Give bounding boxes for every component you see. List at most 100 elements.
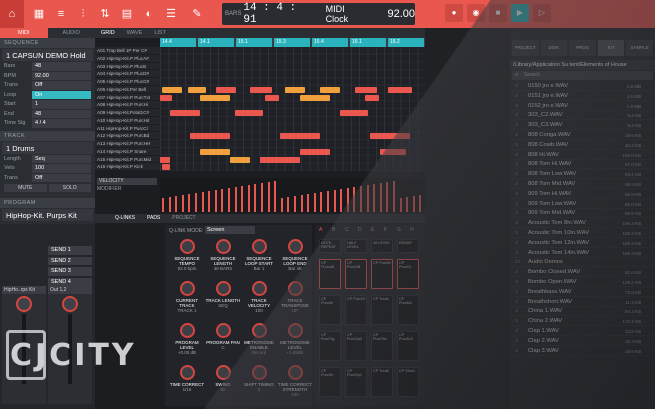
velocity-bar[interactable] [261, 183, 263, 212]
velocity-bar[interactable] [313, 193, 316, 212]
pad-row-name[interactable]: A05 HipHop-Kit.P PlucG# [95, 78, 160, 86]
pad[interactable]: CP PuncM [319, 295, 341, 325]
velocity-bar[interactable] [399, 198, 402, 212]
qlink-knob[interactable]: PROGRAM PAN C [205, 323, 241, 351]
knob-dial[interactable] [287, 365, 303, 380]
qlink-knob[interactable]: METRONOME LEVEL +1.88dB [277, 323, 313, 356]
program-name[interactable]: HipHop-Kit. Purps Kit [2, 209, 93, 221]
tab-qlinks[interactable]: Q-LINKS [95, 214, 141, 223]
pad[interactable]: CP PurcTrg [319, 331, 341, 361]
menu-icon[interactable]: ☰ [164, 7, 178, 21]
qlink-knob[interactable]: TRACK TRANSPOSE UP [277, 281, 313, 314]
file-row[interactable]: ♪ Acoustic Tom 10in.WAV 169.3 KB [510, 229, 655, 238]
file-row[interactable]: ▭ Audio Demos [510, 258, 655, 268]
search-input[interactable]: Search [512, 71, 653, 80]
note-block[interactable] [200, 148, 230, 155]
pad-row-name[interactable]: A14 HipHop-Kit.P Snare [95, 148, 160, 156]
pad[interactable]: CP PurcM1 [397, 295, 419, 325]
stop-button[interactable]: ■ [489, 4, 507, 22]
note-block[interactable] [380, 148, 406, 155]
pad[interactable]: CP PurcDr2 [397, 331, 419, 361]
note-block[interactable] [265, 94, 279, 101]
velocity-bar[interactable] [247, 185, 250, 212]
file-row[interactable]: ♪ 909 Tom Mid.WAV 68.9 KB [510, 209, 655, 219]
velocity-bar[interactable] [175, 196, 178, 212]
note-block[interactable] [280, 133, 320, 140]
file-row[interactable]: ♪ 909 Tom Low.WAV 88.0 KB [510, 200, 655, 209]
pad-row-name[interactable]: A08 HipHop-Kit.P PurcHi [95, 101, 160, 109]
edit-icon[interactable]: ✎ [190, 7, 204, 21]
pad-row-name[interactable]: A04 HipHop-Kit.P PlucD# [95, 70, 160, 78]
param-value[interactable]: Off [32, 81, 91, 90]
pad-bank-b[interactable]: B [332, 227, 335, 233]
velocity-bar[interactable] [274, 181, 277, 212]
qlink-knob[interactable]: TIME CORRECT STRENGTH 100 [277, 365, 313, 398]
velocity-bar[interactable] [320, 192, 323, 212]
velocity-bar[interactable] [241, 186, 244, 212]
play-start-button[interactable]: ▷ [533, 4, 551, 22]
file-row[interactable]: ♪ 808 Conga.WAV 19.6 KB [510, 131, 655, 140]
pad-row-name[interactable]: A16 HipHop-Kit.P Kick [95, 163, 160, 171]
velocity-bar[interactable] [214, 190, 217, 212]
velocity-bar[interactable] [168, 197, 171, 212]
pad[interactable]: CP Tred2 [371, 367, 393, 397]
qlink-knob[interactable]: SEQUENCE LENGTH 48 BARS [205, 239, 241, 272]
browser-tab[interactable]: KIT [597, 40, 625, 56]
track-name[interactable]: 1 Drums [2, 141, 93, 154]
knob-dial[interactable] [287, 281, 303, 296]
browser-tab[interactable]: PROJECT [512, 40, 539, 56]
note-block[interactable] [340, 110, 368, 116]
velocity-bar[interactable] [280, 198, 283, 212]
ruler-mark[interactable]: 14.1 [198, 38, 234, 47]
knob-dial[interactable] [287, 323, 303, 338]
file-row[interactable]: ♪ Breathshort.WAV 11.3 KB [510, 298, 655, 307]
tab-pads[interactable]: PADS [141, 214, 166, 223]
knob-dial[interactable] [251, 323, 267, 338]
note-block[interactable] [300, 148, 330, 155]
param-value[interactable]: 4 / 4 [32, 119, 91, 128]
pad[interactable]: CP Tred1 [371, 295, 393, 325]
param-value[interactable]: Off [32, 173, 91, 182]
ruler-mark[interactable]: 16.2 [388, 38, 424, 47]
file-row[interactable]: ♪ 0151 jro e.WAV 1.6 MB [510, 92, 655, 101]
file-row[interactable]: ♪ Bombo Closed.WAV 81.6 KB [510, 268, 655, 278]
tab-project[interactable]: PROJECT [166, 214, 201, 223]
knob-dial[interactable] [215, 365, 231, 380]
velocity-bar[interactable] [234, 187, 237, 212]
note-block[interactable] [170, 110, 200, 116]
velocity-bar[interactable] [221, 189, 224, 212]
channel-name-1[interactable]: HipHo..rps Kit [2, 286, 46, 294]
qlink-knob[interactable]: TRACK VELOCITY 100 [241, 281, 277, 314]
param-value[interactable]: On [32, 90, 91, 99]
velocity-bar[interactable] [188, 194, 191, 212]
velocity-bar[interactable] [327, 191, 329, 212]
pad[interactable]: CP PurcOp1 [345, 367, 367, 397]
velocity-bar[interactable] [412, 196, 415, 212]
velocity-bar[interactable] [419, 195, 422, 212]
file-row[interactable]: ♪ 0152 jro e.WAV 1.9 MB [510, 102, 655, 111]
note-block[interactable] [160, 156, 170, 163]
note-block[interactable] [160, 94, 172, 101]
velocity-bar[interactable] [307, 194, 310, 212]
knob-dial[interactable] [215, 239, 231, 254]
velocity-bar[interactable] [300, 195, 303, 212]
ruler-mark[interactable]: 14.4 [160, 38, 196, 47]
note-block[interactable] [188, 86, 206, 93]
pad-function[interactable]: HALF LEVEL [345, 239, 367, 253]
note-grid[interactable] [160, 47, 425, 171]
pad-row-name[interactable]: A02 HipHop-Kit.P PlucA# [95, 55, 160, 63]
pad-row-name[interactable]: A07 HipHop-Kit.P PurcTxt [95, 94, 160, 102]
velocity-bar[interactable] [333, 190, 336, 212]
file-row[interactable]: ♪ Clap 3.WAV 19.8 KB [510, 347, 655, 356]
file-row[interactable]: ♪ 909 Tom Hi.WAV 68.8 KB [510, 190, 655, 199]
note-block[interactable] [285, 86, 305, 93]
pad-row-name[interactable]: A12 HipHop-Kit.P PurcBd [95, 132, 160, 140]
file-row[interactable]: ♪ 808 Tom Mid.WAV 86.9 KB [510, 180, 655, 189]
qlink-knob[interactable]: SEQUENCE LOOP END Bar 48 [277, 239, 313, 272]
note-block[interactable] [365, 94, 379, 101]
mute-button[interactable]: MUTE [4, 184, 47, 192]
ruler-mark[interactable]: 16.1 [350, 38, 386, 47]
velocity-bar[interactable] [195, 193, 197, 212]
ruler-mark[interactable]: 15.3 [274, 38, 310, 47]
note-block[interactable] [320, 86, 340, 93]
